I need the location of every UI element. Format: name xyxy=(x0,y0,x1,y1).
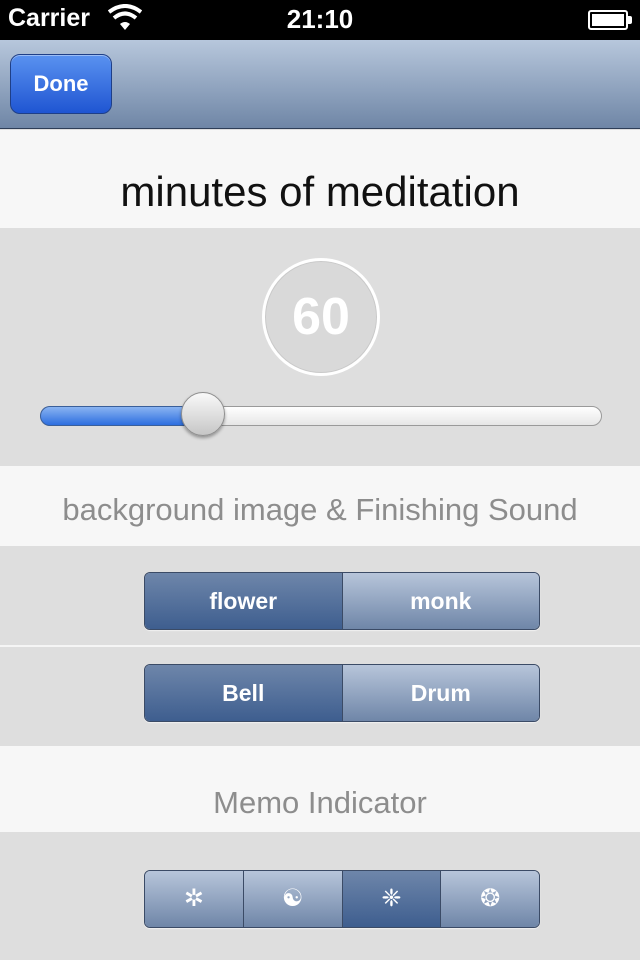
background-image-segmented-control: flower monk xyxy=(144,572,540,630)
minutes-slider-fill xyxy=(40,406,204,426)
minutes-value-circle: 60 xyxy=(262,258,380,376)
sun-wheel-icon: ❂ xyxy=(480,885,501,912)
navigation-bar: Done xyxy=(0,40,640,129)
memo-indicator-title: Memo Indicator xyxy=(0,746,640,832)
yin-yang-icon: ☯ xyxy=(281,885,304,912)
status-bar: Carrier 21:10 xyxy=(0,0,640,40)
meditation-title: minutes of meditation xyxy=(0,130,640,228)
segment-memo-1[interactable]: ✲ xyxy=(145,871,244,927)
segment-flower[interactable]: flower xyxy=(145,573,343,629)
segment-bell[interactable]: Bell xyxy=(145,665,343,721)
sparkle-icon: ❈ xyxy=(381,885,402,912)
done-button[interactable]: Done xyxy=(10,54,112,114)
section-divider xyxy=(0,645,640,647)
clock: 21:10 xyxy=(286,4,354,34)
segment-memo-2[interactable]: ☯ xyxy=(243,871,343,927)
segment-drum[interactable]: Drum xyxy=(342,665,539,721)
finishing-sound-segmented-control: Bell Drum xyxy=(144,664,540,722)
battery-icon xyxy=(588,10,632,30)
memo-indicator-segmented-control: ✲ ☯ ❈ ❂ xyxy=(144,870,540,928)
segment-monk[interactable]: monk xyxy=(342,573,539,629)
segment-memo-3[interactable]: ❈ xyxy=(342,871,442,927)
background-sound-title: background image & Finishing Sound xyxy=(0,466,640,546)
asterisk-flower-icon: ✲ xyxy=(183,885,204,912)
segment-memo-4[interactable]: ❂ xyxy=(441,871,539,927)
